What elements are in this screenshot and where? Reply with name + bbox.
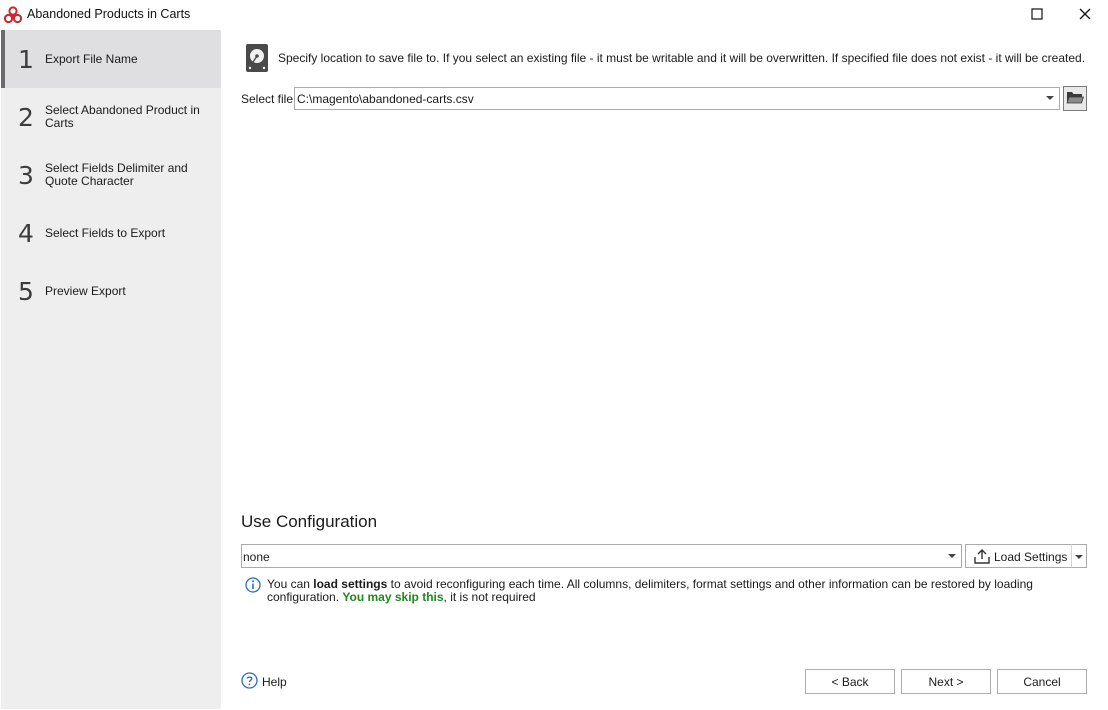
- step-label: Select Fields to Export: [45, 225, 166, 240]
- hint-load-settings-bold: load settings: [313, 577, 388, 591]
- close-button[interactable]: [1062, 0, 1108, 30]
- hint-text-part1: You can: [267, 577, 314, 591]
- upload-icon: [974, 549, 990, 567]
- use-configuration-heading: Use Configuration: [241, 512, 378, 531]
- step-select-fields[interactable]: 4 Select Fields to Export: [1, 204, 221, 262]
- wizard-steps-sidebar: 1 Export File Name 2 Select Abandoned Pr…: [1, 30, 221, 709]
- title-bar: Abandoned Products in Carts: [0, 0, 1108, 30]
- window-title: Abandoned Products in Carts: [27, 7, 191, 21]
- help-icon[interactable]: [241, 672, 258, 692]
- wizard-content: Specify location to save file to. If you…: [221, 30, 1108, 710]
- step-select-abandoned-product[interactable]: 2 Select Abandoned Product in Carts: [1, 88, 221, 146]
- configuration-combobox[interactable]: none: [241, 544, 962, 568]
- step-number: 2: [18, 102, 34, 132]
- app-logo-icon: [3, 6, 23, 24]
- step-number: 3: [18, 160, 34, 190]
- step-number: 5: [18, 276, 34, 306]
- step-label: Select Abandoned Product in Carts: [45, 103, 200, 130]
- configuration-value[interactable]: none: [243, 550, 270, 564]
- hint-skip-text: You may skip this: [342, 590, 444, 604]
- step-label: Preview Export: [45, 283, 126, 298]
- load-settings-dropdown[interactable]: [1071, 544, 1087, 568]
- help-link[interactable]: Help: [262, 675, 287, 689]
- step-label: Export File Name: [45, 51, 138, 66]
- load-settings-button[interactable]: Load Settings: [965, 544, 1072, 568]
- load-settings-label: Load Settings: [994, 550, 1068, 564]
- maximize-button[interactable]: [1014, 0, 1060, 30]
- step-number: 4: [18, 218, 34, 248]
- hard-disk-icon: [245, 43, 269, 73]
- step-number: 1: [18, 44, 34, 74]
- step-preview-export[interactable]: 5 Preview Export: [1, 262, 221, 320]
- maximize-icon: [1031, 7, 1043, 23]
- browse-folder-button[interactable]: [1063, 86, 1087, 111]
- close-icon: [1079, 8, 1091, 23]
- step-export-file-name[interactable]: 1 Export File Name: [1, 30, 221, 88]
- location-info-text: Specify location to save file to. If you…: [278, 51, 1086, 65]
- chevron-down-icon[interactable]: [1041, 88, 1059, 109]
- step-select-delimiter[interactable]: 3 Select Fields Delimiter and Quote Char…: [1, 146, 221, 204]
- back-button[interactable]: < Back: [805, 669, 895, 694]
- info-icon: [245, 577, 261, 596]
- hint-text-part3: , it is not required: [443, 590, 536, 604]
- select-file-combobox[interactable]: C:\magento\abandoned-carts.csv: [294, 87, 1060, 110]
- configuration-hint: You can load settings to avoid reconfigu…: [267, 578, 1047, 604]
- chevron-down-icon[interactable]: [943, 545, 961, 567]
- select-file-value[interactable]: C:\magento\abandoned-carts.csv: [297, 92, 474, 106]
- step-label: Select Fields Delimiter and Quote Charac…: [45, 161, 188, 188]
- open-folder-icon: [1066, 89, 1085, 108]
- cancel-button[interactable]: Cancel: [997, 669, 1087, 694]
- next-button[interactable]: Next >: [901, 669, 991, 694]
- chevron-down-icon: [1075, 549, 1083, 563]
- select-file-label: Select file: [241, 92, 294, 106]
